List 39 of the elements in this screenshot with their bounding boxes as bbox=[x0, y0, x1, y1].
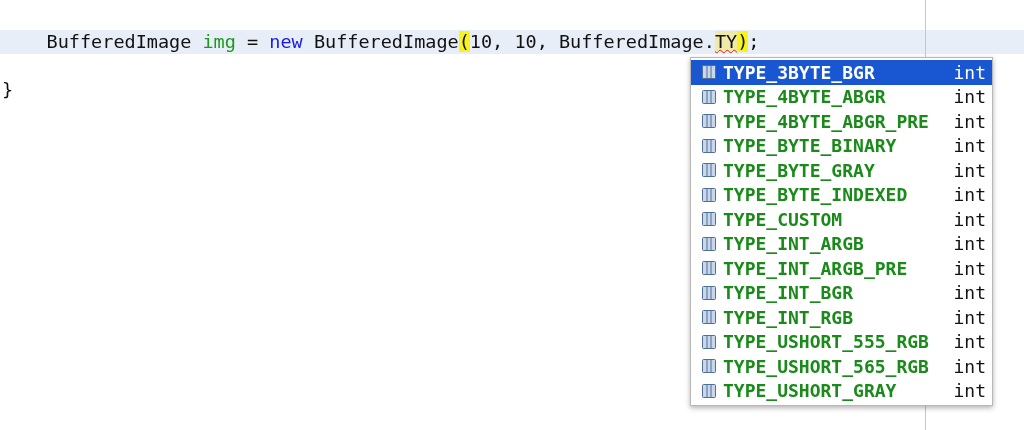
code-text: } bbox=[2, 79, 14, 100]
completion-item[interactable]: TYPE_USHORT_GRAY int bbox=[691, 378, 992, 403]
error-token: TY bbox=[714, 31, 738, 52]
field-icon bbox=[701, 162, 717, 179]
completion-item[interactable]: TYPE_INT_BGR int bbox=[691, 280, 992, 305]
completion-item[interactable]: TYPE_CUSTOM int bbox=[691, 207, 992, 232]
completion-item[interactable]: TYPE_USHORT_555_RGB int bbox=[691, 329, 992, 354]
completion-item[interactable]: TYPE_INT_ARGB_PRE int bbox=[691, 256, 992, 281]
field-icon bbox=[701, 358, 717, 375]
matched-bracket: ( bbox=[458, 31, 470, 52]
field-icon bbox=[701, 211, 717, 228]
code-text: BufferedImage bbox=[45, 31, 193, 52]
keyword: new bbox=[269, 31, 303, 52]
matched-bracket: ) bbox=[737, 31, 749, 52]
code-text: 10, 10, BufferedImage. bbox=[469, 31, 715, 52]
field-icon bbox=[701, 382, 717, 399]
field-icon bbox=[701, 284, 717, 301]
completion-item[interactable]: TYPE_INT_ARGB int bbox=[691, 231, 992, 256]
field-icon bbox=[701, 113, 717, 130]
field-icon bbox=[701, 260, 717, 277]
completion-item[interactable]: TYPE_USHORT_565_RGB int bbox=[691, 354, 992, 379]
variable-name: img bbox=[202, 31, 236, 52]
completion-item[interactable]: TYPE_INT_RGB int bbox=[691, 305, 992, 330]
completion-item[interactable]: TYPE_3BYTE_BGR int bbox=[691, 60, 992, 85]
code-text: ; bbox=[748, 31, 760, 52]
completion-item[interactable]: TYPE_BYTE_INDEXED int bbox=[691, 182, 992, 207]
code-text: = bbox=[246, 31, 260, 52]
field-icon bbox=[701, 64, 717, 81]
field-icon bbox=[701, 186, 717, 203]
completion-item[interactable]: TYPE_BYTE_GRAY int bbox=[691, 158, 992, 183]
completion-item[interactable]: TYPE_4BYTE_ABGR int bbox=[691, 84, 992, 109]
completion-item[interactable]: TYPE_BYTE_BINARY int bbox=[691, 133, 992, 158]
completion-item[interactable]: TYPE_4BYTE_ABGR_PRE int bbox=[691, 109, 992, 134]
field-icon bbox=[701, 333, 717, 350]
field-icon bbox=[701, 88, 717, 105]
field-icon bbox=[701, 309, 717, 326]
field-icon bbox=[701, 235, 717, 252]
code-text: BufferedImage bbox=[312, 31, 459, 52]
field-icon bbox=[701, 137, 717, 154]
